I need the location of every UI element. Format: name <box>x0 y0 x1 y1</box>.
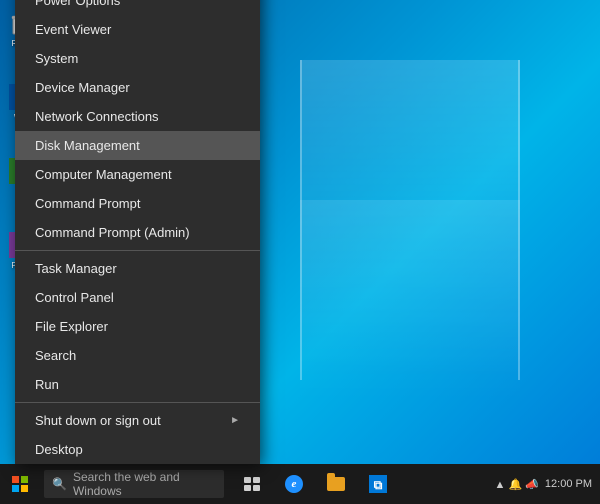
menu-item-run[interactable]: Run <box>15 370 260 399</box>
menu-item-file-explorer[interactable]: File Explorer <box>15 312 260 341</box>
desktop: Rec... W Wi... A A... P Part... P <box>0 0 600 504</box>
menu-item-shutdown[interactable]: Shut down or sign out ► <box>15 406 260 435</box>
menu-item-disk-management[interactable]: Disk Management <box>15 131 260 160</box>
menu-item-command-prompt[interactable]: Command Prompt <box>15 189 260 218</box>
menu-item-device-manager[interactable]: Device Manager <box>15 73 260 102</box>
internet-explorer-icon[interactable]: e <box>274 464 314 504</box>
desktop-light-beam-2 <box>300 200 520 400</box>
file-explorer-taskbar-icon[interactable] <box>316 464 356 504</box>
taskbar: 🔍 Search the web and Windows e <box>0 464 600 504</box>
folder-icon-graphic <box>327 477 345 491</box>
submenu-arrow-icon: ► <box>230 415 240 426</box>
menu-item-computer-management[interactable]: Computer Management <box>15 160 260 189</box>
task-view-button[interactable] <box>232 464 272 504</box>
ie-icon-graphic: e <box>285 475 303 493</box>
menu-divider-2 <box>15 402 260 403</box>
svg-text:⧉: ⧉ <box>374 478 383 492</box>
menu-item-network-connections[interactable]: Network Connections <box>15 102 260 131</box>
menu-item-control-panel[interactable]: Control Panel <box>15 283 260 312</box>
taskbar-search-placeholder: Search the web and Windows <box>73 470 216 498</box>
context-menu: Programs and Features Power Options Even… <box>15 0 260 464</box>
menu-item-search[interactable]: Search <box>15 341 260 370</box>
clock-time: 12:00 PM <box>545 478 592 490</box>
menu-item-system[interactable]: System <box>15 44 260 73</box>
taskbar-pinned-icons: e ⧉ <box>232 464 398 504</box>
menu-item-event-viewer[interactable]: Event Viewer <box>15 15 260 44</box>
menu-item-task-manager[interactable]: Task Manager <box>15 254 260 283</box>
system-tray: ▲ 🔔 📣 <box>495 478 539 491</box>
start-button[interactable] <box>0 464 40 504</box>
menu-item-command-prompt-admin[interactable]: Command Prompt (Admin) <box>15 218 260 247</box>
store-taskbar-icon[interactable]: ⧉ <box>358 464 398 504</box>
menu-item-desktop[interactable]: Desktop <box>15 435 260 464</box>
taskbar-search-box[interactable]: 🔍 Search the web and Windows <box>44 470 224 498</box>
search-icon: 🔍 <box>52 477 67 491</box>
taskbar-right-area: ▲ 🔔 📣 12:00 PM <box>495 478 600 491</box>
menu-item-power-options[interactable]: Power Options <box>15 0 260 15</box>
menu-divider-1 <box>15 250 260 251</box>
